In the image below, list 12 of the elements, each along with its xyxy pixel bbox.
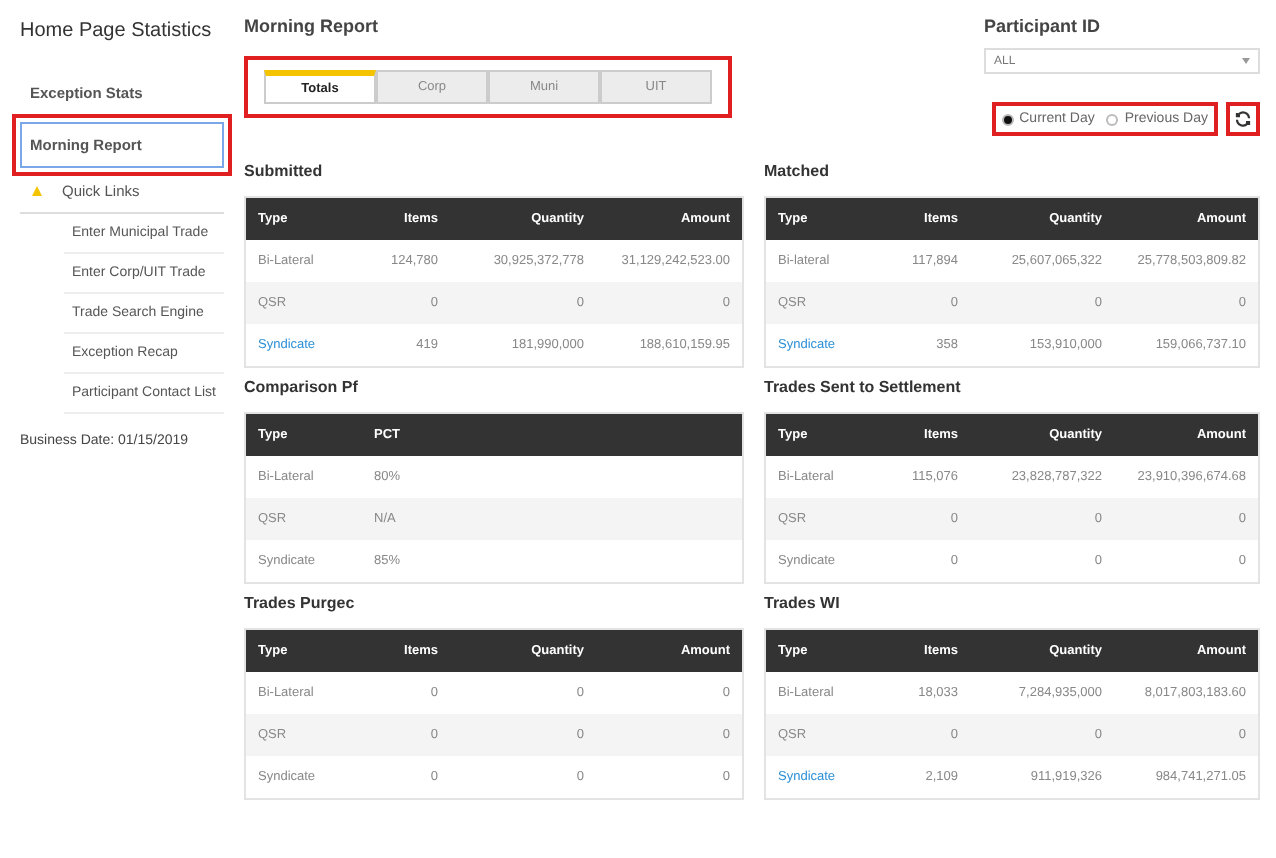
refresh-icon — [1234, 110, 1252, 128]
section-title: Comparison Pf — [244, 378, 360, 396]
field-label: Participant ID — [984, 16, 1103, 36]
section-title: Submitted — [244, 162, 325, 180]
section-title: Trades Purgec — [244, 594, 357, 612]
caret-icon — [1242, 58, 1250, 64]
section-title: Matched — [764, 162, 831, 180]
refresh-button[interactable] — [1226, 102, 1260, 136]
section-title: Trades WI — [764, 594, 842, 612]
page-title: Morning Report — [244, 16, 380, 36]
section-title: Trades Sent to Settlement — [764, 378, 963, 396]
sidebar-title: Home Page Statistics — [20, 20, 214, 42]
